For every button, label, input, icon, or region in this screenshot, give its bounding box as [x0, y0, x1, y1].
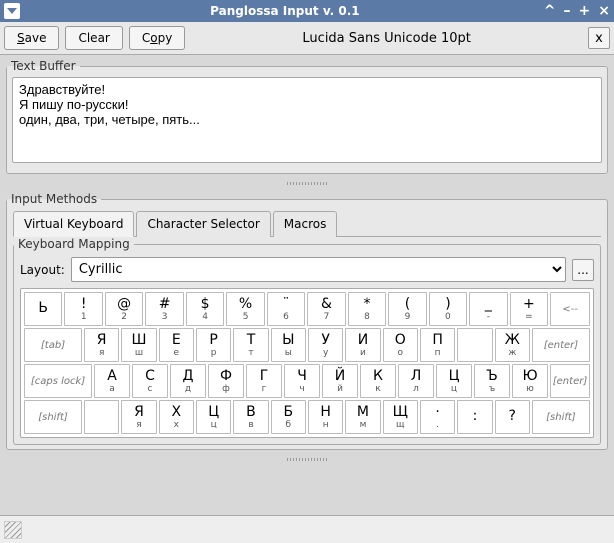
key-Д[interactable]: Дд: [170, 364, 206, 398]
key-Ю[interactable]: Юю: [512, 364, 548, 398]
key-М[interactable]: Мм: [345, 400, 380, 434]
resize-grip-icon[interactable]: [4, 521, 22, 539]
tab-virtual-keyboard[interactable]: Virtual Keyboard: [13, 211, 134, 237]
key-@[interactable]: @2: [105, 292, 143, 326]
key-Ъ[interactable]: Ъъ: [474, 364, 510, 398]
key-А[interactable]: Аа: [94, 364, 130, 398]
toolbar: Save Clear Copy Lucida Sans Unicode 10pt…: [0, 22, 614, 55]
roll-up-icon[interactable]: ^: [544, 3, 556, 19]
keyboard-mapping-legend: Keyboard Mapping: [14, 237, 134, 251]
key-У[interactable]: Уу: [308, 328, 343, 362]
key-С[interactable]: Сс: [132, 364, 168, 398]
key-О[interactable]: Оо: [383, 328, 418, 362]
text-buffer-group: Text Buffer: [6, 59, 608, 174]
key-Ц[interactable]: Цц: [436, 364, 472, 398]
key-·[interactable]: ·.: [420, 400, 455, 434]
key-)[interactable]: )0: [429, 292, 467, 326]
key-[interactable]: <--: [550, 292, 590, 326]
key-Л[interactable]: Лл: [398, 364, 434, 398]
splitter-grip[interactable]: [0, 178, 614, 188]
layout-more-button[interactable]: ...: [572, 259, 594, 281]
tabs-bar: Virtual KeyboardCharacter SelectorMacros: [13, 210, 601, 237]
key-Ф[interactable]: Фф: [208, 364, 244, 398]
key-Ч[interactable]: Чч: [284, 364, 320, 398]
key-Н[interactable]: Нн: [308, 400, 343, 434]
titlebar: Panglossa Input v. 0.1 ^ – + ×: [0, 0, 614, 22]
key-Я[interactable]: Яя: [84, 328, 119, 362]
key-Щ[interactable]: Щщ: [383, 400, 418, 434]
close-window-icon[interactable]: ×: [598, 3, 610, 19]
layout-select[interactable]: Cyrillic: [71, 257, 566, 282]
window-menu-icon[interactable]: [4, 3, 20, 19]
key-И[interactable]: Ии: [345, 328, 380, 362]
layout-label: Layout:: [20, 263, 65, 277]
copy-button[interactable]: Copy: [129, 26, 185, 50]
key-#[interactable]: #3: [145, 292, 183, 326]
text-buffer-textarea[interactable]: [12, 77, 602, 163]
key-tab[interactable]: [tab]: [24, 328, 82, 362]
key-blank[interactable]: [84, 400, 119, 434]
clear-button[interactable]: Clear: [65, 26, 122, 50]
key-*[interactable]: *8: [348, 292, 386, 326]
tab-character-selector[interactable]: Character Selector: [136, 211, 270, 237]
virtual-keyboard: Ь!1@2#3$4%5¨6&7*8(9)0_-+=<--[tab]ЯяШшЕеР…: [20, 288, 594, 438]
key-Й[interactable]: Йй: [322, 364, 358, 398]
save-button[interactable]: Save: [4, 26, 59, 50]
key-+[interactable]: +=: [510, 292, 548, 326]
key-Ь[interactable]: Ь: [24, 292, 62, 326]
key-&[interactable]: &7: [307, 292, 345, 326]
key-Б[interactable]: Бб: [271, 400, 306, 434]
key-Ш[interactable]: Шш: [121, 328, 156, 362]
key-Ы[interactable]: Ыы: [271, 328, 306, 362]
key-Ж[interactable]: Жж: [495, 328, 530, 362]
key-Т[interactable]: Тт: [233, 328, 268, 362]
key-¨[interactable]: ¨6: [267, 292, 305, 326]
splitter-grip-lower[interactable]: [0, 454, 614, 464]
key-Е[interactable]: Ее: [159, 328, 194, 362]
key-_[interactable]: _-: [469, 292, 507, 326]
key-:[interactable]: :: [457, 400, 492, 434]
key-Х[interactable]: Хх: [159, 400, 194, 434]
key-blank[interactable]: [457, 328, 492, 362]
key-В[interactable]: Вв: [233, 400, 268, 434]
key-Я[interactable]: Яя: [121, 400, 156, 434]
key-shift[interactable]: [shift]: [532, 400, 590, 434]
key-caps-lock[interactable]: [caps lock]: [24, 364, 92, 398]
close-toolbar-button[interactable]: x: [588, 27, 610, 49]
key-$[interactable]: $4: [186, 292, 224, 326]
font-label: Lucida Sans Unicode 10pt: [191, 31, 582, 46]
key-Ц[interactable]: Цц: [196, 400, 231, 434]
key-([interactable]: (9: [388, 292, 426, 326]
key-П[interactable]: Пп: [420, 328, 455, 362]
key-Р[interactable]: Рр: [196, 328, 231, 362]
key-enter[interactable]: [enter]: [532, 328, 590, 362]
keyboard-mapping-group: Keyboard Mapping Layout: Cyrillic ... Ь!…: [13, 237, 601, 445]
minimize-icon[interactable]: –: [564, 3, 571, 19]
text-buffer-legend: Text Buffer: [7, 59, 80, 73]
key-?[interactable]: ?: [495, 400, 530, 434]
maximize-icon[interactable]: +: [579, 3, 591, 19]
key-![interactable]: !1: [64, 292, 102, 326]
status-bar: [0, 515, 614, 543]
key-К[interactable]: Кк: [360, 364, 396, 398]
key-shift[interactable]: [shift]: [24, 400, 82, 434]
key-enter[interactable]: [enter]: [550, 364, 590, 398]
input-methods-legend: Input Methods: [7, 192, 101, 206]
input-methods-group: Input Methods Virtual KeyboardCharacter …: [6, 192, 608, 450]
key-%[interactable]: %5: [226, 292, 264, 326]
key-Г[interactable]: Гг: [246, 364, 282, 398]
tab-macros[interactable]: Macros: [273, 211, 338, 237]
window-title: Panglossa Input v. 0.1: [26, 4, 544, 18]
